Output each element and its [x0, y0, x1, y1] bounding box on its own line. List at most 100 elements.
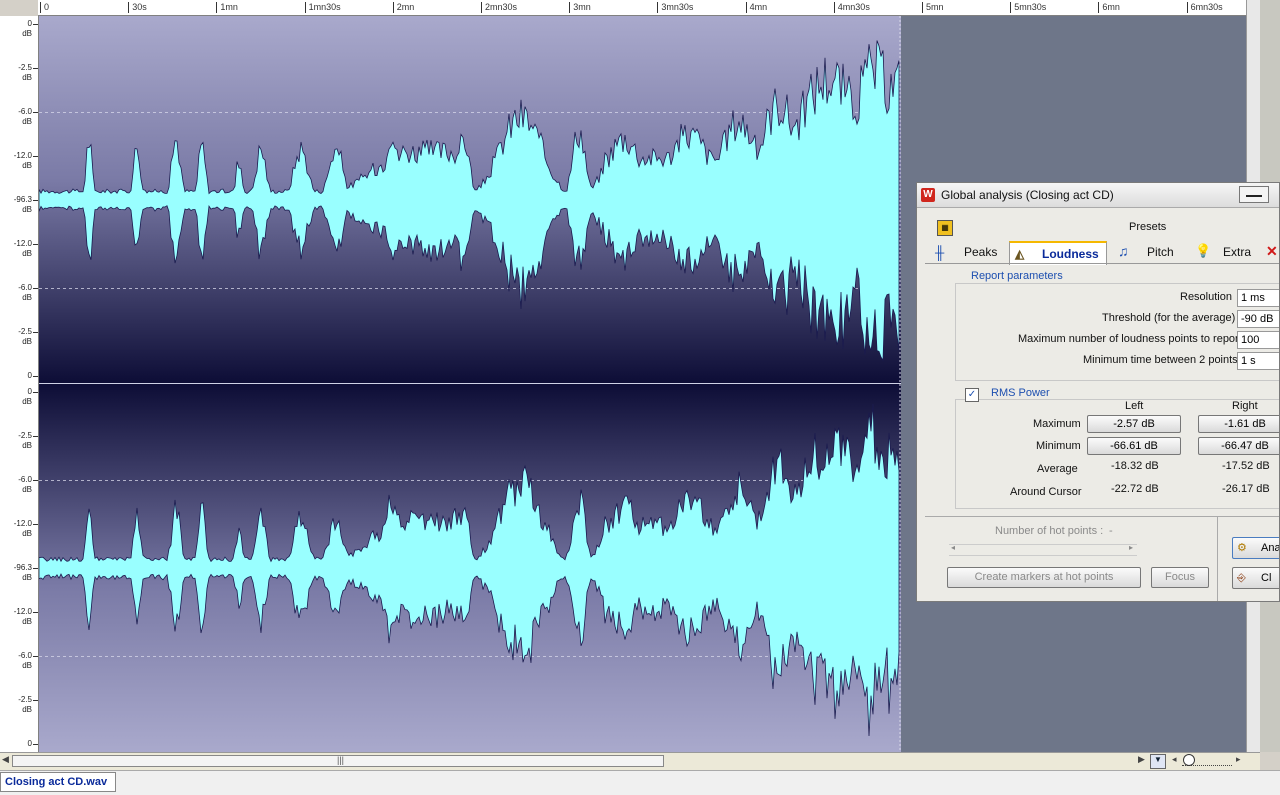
left-maximum-button[interactable]: -2.57 dB [1087, 415, 1181, 433]
db-axis-label: -6.0 [18, 283, 32, 292]
db-unit-label: dB [22, 705, 32, 714]
db-axis-label: -2.5 [18, 695, 32, 704]
db-axis-tick [33, 744, 38, 745]
db-axis-label: -96.3 [13, 563, 32, 572]
tab-loudness-label: Loudness [1042, 247, 1099, 261]
lightbulb-icon: 💡 [1195, 243, 1212, 258]
db-axis-tick [33, 24, 38, 25]
db-axis: 0 dB -2.5 dB -6.0 dB -12.0 dB -96.3 dB -12.0 dB -6.0… [0, 16, 39, 752]
around-cursor-label: Around Cursor [1010, 486, 1082, 498]
db-axis-tick [33, 200, 38, 201]
db-axis-label: -6.0 [18, 107, 32, 116]
minimize-button[interactable] [1239, 186, 1269, 203]
right-maximum-button[interactable]: -1.61 dB [1198, 415, 1279, 433]
ruler-tick: 6mn30s [1186, 2, 1223, 13]
hot-points-scrollbar[interactable]: ◂ ▸ [949, 543, 1137, 556]
threshold-label: Threshold (for the average) [1102, 312, 1236, 324]
gear-icon: ⚙ [1237, 542, 1247, 554]
left-average-value: -18.32 dB [1111, 460, 1159, 472]
analyze-label: Ana [1261, 542, 1280, 554]
right-minimum-button[interactable]: -66.47 dB [1198, 437, 1279, 455]
left-around-cursor-value: -22.72 dB [1111, 483, 1159, 495]
file-tab[interactable]: Closing act CD.wav [0, 772, 116, 792]
ruler-tick: 4mn30s [833, 2, 870, 13]
hot-points-right-arrow-icon[interactable]: ▸ [1129, 543, 1133, 552]
db-unit-label: dB [22, 205, 32, 214]
left-column-header: Left [1125, 400, 1144, 412]
app-logo-icon: W [921, 188, 935, 202]
rms-power-checkbox[interactable]: ✓ [965, 388, 979, 402]
db-axis-label: -12.0 [13, 607, 32, 616]
scroll-right-arrow-icon[interactable]: ▶ [1138, 754, 1145, 765]
db-unit-label: dB [22, 73, 32, 82]
tab-divider [925, 263, 1279, 264]
db-unit-label: dB [22, 573, 32, 582]
db-unit-label: dB [22, 529, 32, 538]
threshold-field[interactable]: -90 dB [1237, 310, 1279, 328]
db-unit-label: dB [22, 661, 32, 670]
dialog-titlebar[interactable]: W Global analysis (Closing act CD) [917, 183, 1279, 208]
tab-extra[interactable]: Extra [1223, 241, 1251, 263]
vertical-divider [1217, 517, 1218, 601]
zoom-menu-dropdown-icon[interactable]: ▼ [1150, 754, 1166, 769]
presets-icon[interactable]: ▦ [937, 220, 953, 236]
zoom-out-arrow-icon[interactable]: ◂ [1172, 754, 1177, 765]
db-axis-tick [33, 288, 38, 289]
db-axis-label: -2.5 [18, 327, 32, 336]
waveform-display[interactable] [39, 16, 901, 752]
rms-power-label[interactable]: RMS Power [989, 387, 1052, 399]
db-axis-label: -2.5 [18, 431, 32, 440]
ruler-tick: 3mn30s [657, 2, 693, 13]
document-tab-bar [0, 770, 1280, 795]
close-tab-icon[interactable]: ✕ [1266, 243, 1278, 260]
horizontal-scrollbar[interactable]: ◀ ||| ▶ ▼ ◂ ▸ [0, 752, 1260, 770]
max-loudness-points-field[interactable]: 100 [1237, 331, 1279, 349]
hot-points-label: Number of hot points : [995, 525, 1104, 537]
create-markers-button[interactable]: Create markers at hot points [947, 567, 1141, 588]
tab-pitch[interactable]: Pitch [1147, 241, 1174, 263]
analyze-button[interactable]: ⚙ Ana [1232, 537, 1280, 559]
grip-icon: ||| [337, 755, 345, 765]
left-minimum-button[interactable]: -66.61 dB [1087, 437, 1181, 455]
zoom-in-arrow-icon[interactable]: ▸ [1236, 754, 1241, 765]
db-axis-label: -6.0 [18, 475, 32, 484]
close-label: Cl [1261, 572, 1272, 584]
peaks-icon: ╫ [935, 245, 945, 260]
section-divider [925, 516, 1279, 517]
close-button[interactable]: ⎆ Cl [1232, 567, 1279, 589]
db-axis-tick [33, 392, 38, 393]
zoom-slider-knob[interactable] [1183, 754, 1195, 766]
db-axis-tick [33, 68, 38, 69]
db-axis-tick [33, 376, 38, 377]
ruler-tick: 5mn [922, 2, 944, 13]
db-axis-tick [33, 436, 38, 437]
db-unit-label: dB [22, 397, 32, 406]
loudness-icon: ◭ [1015, 247, 1025, 261]
time-ruler[interactable]: 0 30s 1mn 1mn30s 2mn 2mn30s 3mn 3mn30s 4mn 4mn30s… [38, 0, 1248, 16]
focus-button[interactable]: Focus [1151, 567, 1209, 588]
db-axis-label: -12.0 [13, 239, 32, 248]
presets-label[interactable]: Presets [1129, 221, 1166, 233]
ruler-tick: 5mn30s [1010, 2, 1046, 13]
global-analysis-dialog: W Global analysis (Closing act CD) ▦ Pre… [916, 182, 1280, 602]
db-axis-label: -96.3 [13, 195, 32, 204]
right-column-header: Right [1232, 400, 1258, 412]
db-axis-label: 0 [27, 739, 32, 748]
min-time-field[interactable]: 1 s [1237, 352, 1279, 370]
tab-loudness[interactable]: ◭ Loudness [1009, 241, 1107, 265]
hot-points-left-arrow-icon[interactable]: ◂ [951, 543, 955, 552]
db-axis-label: -12.0 [13, 151, 32, 160]
horizontal-scroll-thumb[interactable]: ||| [12, 755, 664, 767]
db-axis-tick [33, 568, 38, 569]
db-unit-label: dB [22, 117, 32, 126]
db-axis-tick [33, 656, 38, 657]
db-axis-label: 0 [27, 19, 32, 28]
tab-peaks[interactable]: Peaks [964, 241, 997, 263]
db-axis-label: 0 [27, 387, 32, 396]
db-axis-label: 0 [27, 371, 32, 380]
scroll-left-arrow-icon[interactable]: ◀ [2, 754, 9, 765]
ruler-tick: 30s [128, 2, 147, 13]
resolution-field[interactable]: 1 ms [1237, 289, 1279, 307]
exit-door-icon: ⎆ [1237, 572, 1246, 584]
db-axis-label: -6.0 [18, 651, 32, 660]
